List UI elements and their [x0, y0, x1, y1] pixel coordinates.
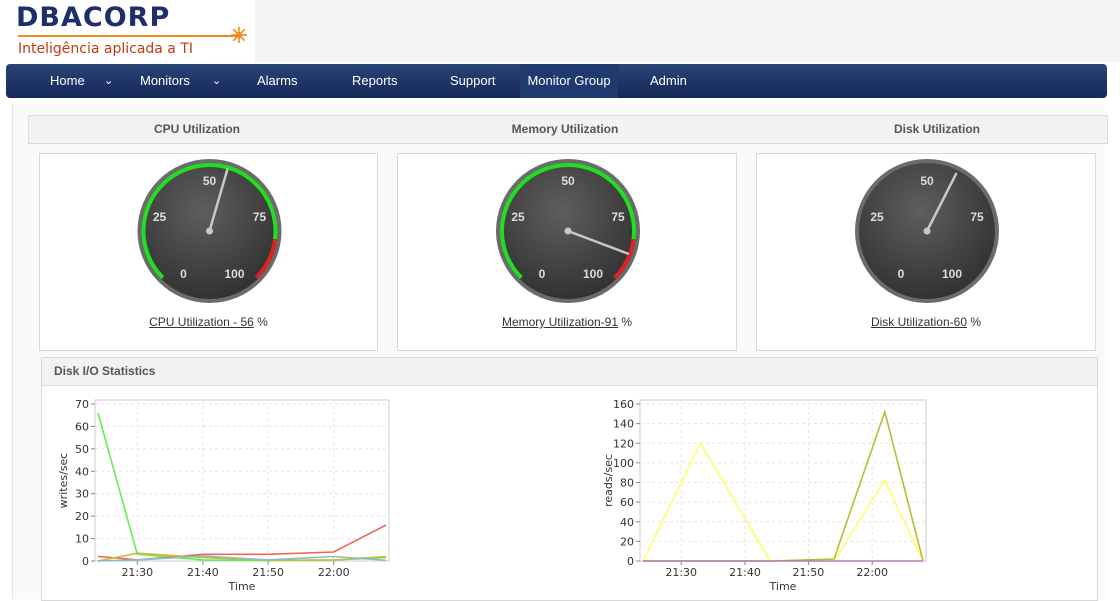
gauge-tick-label: 25	[153, 210, 167, 224]
memory-gauge: 0 25 50 75 100	[496, 159, 640, 303]
disk-utilization-title: Disk Utilization	[893, 122, 980, 136]
disk-gauge-caption: Disk Utilization-60 %	[757, 315, 1095, 329]
x-tick-label: 22:00	[856, 566, 888, 579]
disk-gauge: 0 25 50 75 100	[855, 159, 999, 303]
y-tick-label: 50	[75, 443, 89, 456]
nav-home-label: Home	[50, 73, 85, 88]
gauge-needle-hub	[206, 227, 213, 235]
nav-monitors[interactable]: Monitors ⌄	[140, 64, 240, 98]
y-tick-label: 0	[627, 555, 634, 568]
x-tick-label: 21:50	[252, 566, 284, 579]
utilization-header: CPU Utilization Memory Utilization Disk …	[28, 115, 1108, 144]
gauge-tick-label: 100	[942, 267, 962, 281]
nav-alarms-label: Alarms	[257, 73, 298, 88]
cpu-gauge: 0 25 50 75 100	[137, 159, 282, 303]
logo: DBACORP Inteligência aplicada a TI	[16, 4, 256, 60]
cpu-utilization-title: CPU Utilization	[154, 122, 240, 136]
y-tick-label: 80	[620, 477, 634, 490]
nav-reports[interactable]: Reports	[352, 64, 412, 98]
x-tick-label: 21:40	[729, 566, 761, 579]
x-axis-label: Time	[769, 580, 797, 593]
x-tick-label: 21:50	[793, 566, 825, 579]
nav-alarms[interactable]: Alarms	[257, 64, 317, 98]
gauge-tick-label: 50	[203, 174, 217, 188]
gauge-tick-label: 75	[970, 210, 984, 224]
nav-support[interactable]: Support	[450, 64, 510, 98]
gauge-tick-label: 50	[561, 174, 575, 188]
cpu-gauge-caption: CPU Utilization - 56 %	[40, 315, 377, 329]
y-axis-label: writes/sec	[57, 453, 70, 509]
sun-icon	[231, 27, 247, 43]
gauge-tick-label: 0	[898, 267, 905, 281]
y-axis-label: reads/sec	[602, 454, 615, 507]
y-tick-label: 40	[75, 465, 89, 478]
memory-utilization-link[interactable]: Memory Utilization-91	[502, 315, 618, 329]
header-background	[255, 0, 1120, 62]
disk-gauge-panel: 0 25 50 75 100 Disk Utilization-60 %	[756, 153, 1096, 351]
y-tick-label: 10	[75, 533, 89, 546]
gauge-needle-hub	[923, 227, 931, 235]
gauge-tick-label: 0	[180, 267, 187, 281]
disk-utilization-link[interactable]: Disk Utilization-60	[871, 315, 967, 329]
gauge-tick-label: 100	[224, 267, 244, 281]
nav-monitor-group[interactable]: Monitor Group	[520, 64, 618, 98]
disk-io-title: Disk I/O Statistics	[54, 364, 156, 378]
y-tick-label: 20	[620, 535, 634, 548]
y-tick-label: 100	[613, 457, 634, 470]
brand-tagline: Inteligência aplicada a TI	[18, 41, 194, 57]
gauge-tick-label: 25	[870, 210, 884, 224]
disk-io-header: Disk I/O Statistics	[42, 358, 1097, 386]
nav-home[interactable]: Home ⌄	[50, 64, 140, 98]
y-tick-label: 160	[613, 398, 634, 411]
nav-monitors-label: Monitors	[140, 73, 190, 88]
y-tick-label: 40	[620, 516, 634, 529]
chevron-down-icon[interactable]: ⌄	[104, 64, 113, 98]
chevron-down-icon[interactable]: ⌄	[212, 64, 221, 98]
gauge-tick-label: 75	[253, 210, 267, 224]
main-navbar: Home ⌄ Monitors ⌄ Alarms Reports Support…	[6, 64, 1107, 98]
memory-gauge-panel: 0 25 50 75 100 Memory Utilization-91 %	[397, 153, 737, 351]
memory-utilization-title: Memory Utilization	[511, 122, 619, 136]
nav-admin[interactable]: Admin	[650, 64, 710, 98]
y-tick-label: 120	[613, 437, 634, 450]
cpu-utilization-link[interactable]: CPU Utilization - 56	[149, 315, 254, 329]
percent-suffix: %	[253, 315, 268, 329]
reads-chart: 0 20 40 60 80 100 120 140 160 21:30 21:40 21:50 22:0…	[602, 398, 927, 593]
percent-suffix: %	[967, 315, 982, 329]
nav-admin-label: Admin	[650, 73, 687, 88]
y-tick-label: 30	[75, 488, 89, 501]
y-tick-label: 60	[620, 496, 634, 509]
gauge-tick-label: 50	[920, 174, 934, 188]
brand-name: DBACORP	[16, 2, 171, 33]
gauge-needle-hub	[564, 227, 572, 235]
x-axis-label: Time	[228, 580, 256, 593]
gauge-tick-label: 75	[611, 210, 625, 224]
plot-area	[94, 399, 390, 562]
x-tick-label: 21:30	[121, 566, 153, 579]
writes-chart: 0 10 20 30 40 50 60 70 21:30 21:40 21:50 22:00 Time w…	[57, 398, 390, 593]
logo-rule	[18, 35, 240, 37]
x-tick-label: 22:00	[318, 566, 350, 579]
memory-gauge-caption: Memory Utilization-91 %	[398, 315, 736, 329]
x-tick-label: 21:30	[665, 566, 697, 579]
nav-reports-label: Reports	[352, 73, 398, 88]
y-tick-label: 20	[75, 510, 89, 523]
nav-support-label: Support	[450, 73, 496, 88]
cpu-gauge-panel: 0 25 50 75 100 CPU Utilization - 56 %	[39, 153, 378, 351]
percent-suffix: %	[618, 315, 633, 329]
x-tick-label: 21:40	[187, 566, 219, 579]
gauge-tick-label: 0	[539, 267, 546, 281]
y-tick-label: 140	[613, 418, 634, 431]
y-tick-label: 60	[75, 420, 89, 433]
gauge-tick-label: 100	[583, 267, 603, 281]
nav-monitor-group-label: Monitor Group	[527, 73, 611, 88]
gauge-tick-label: 25	[511, 210, 525, 224]
y-tick-label: 0	[82, 555, 89, 568]
y-tick-label: 70	[75, 398, 89, 411]
